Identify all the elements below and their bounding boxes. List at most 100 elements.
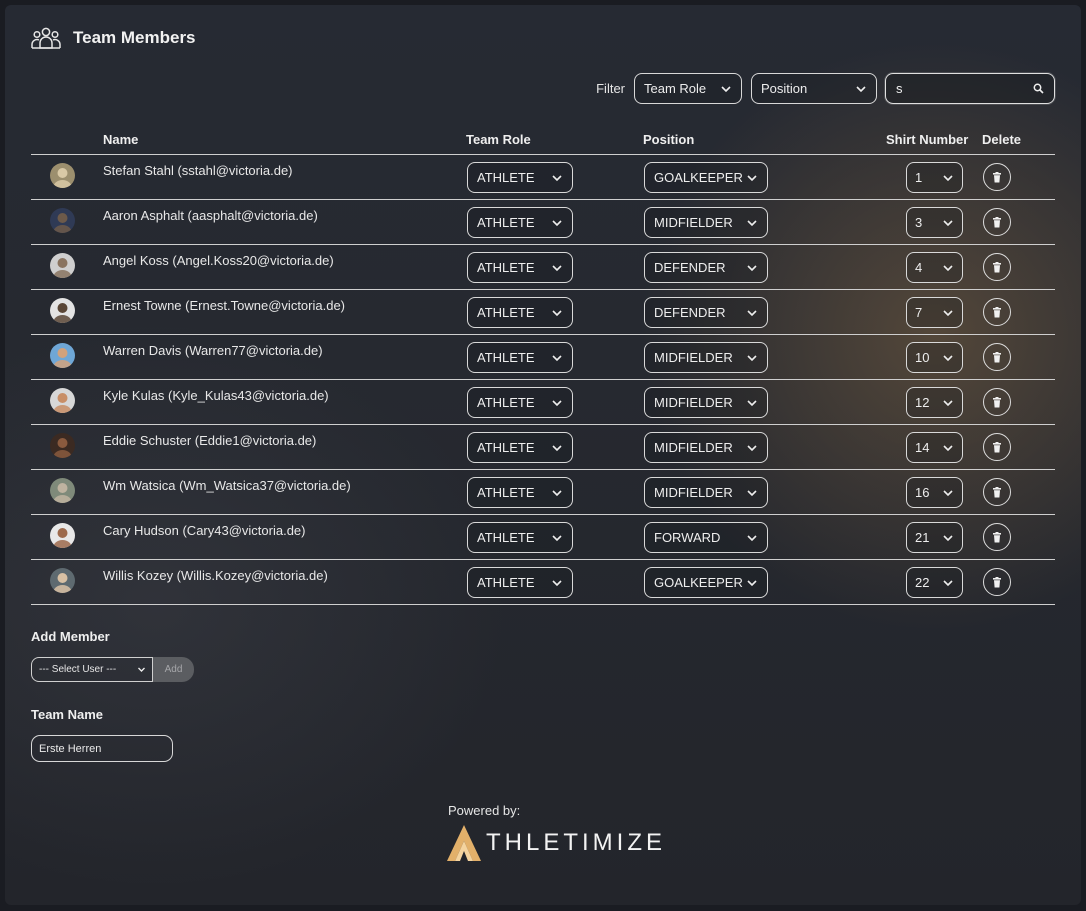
add-button[interactable]: Add [153, 657, 194, 682]
table-row: Eddie Schuster (Eddie1@victoria.de) ATHLE… [31, 425, 1055, 470]
delete-button[interactable] [983, 388, 1011, 416]
shirt-number-select[interactable]: 14 [906, 432, 963, 463]
shirt-number-select[interactable]: 16 [906, 477, 963, 508]
team-role-select[interactable]: ATHLETE [467, 252, 573, 283]
position-filter-value: Position [761, 81, 808, 96]
team-role-value: ATHLETE [477, 575, 535, 590]
avatar [50, 298, 75, 323]
chevron-down-icon [943, 174, 953, 181]
trash-icon [993, 171, 1001, 182]
team-role-select[interactable]: ATHLETE [467, 297, 573, 328]
trash-icon [993, 486, 1001, 497]
chevron-down-icon [552, 174, 562, 181]
shirt-number-value: 16 [915, 485, 930, 500]
shirt-number-select[interactable]: 12 [906, 387, 963, 418]
trash-icon [993, 531, 1001, 542]
member-name: Warren Davis (Warren77@victoria.de) [103, 343, 323, 358]
chevron-down-icon [552, 444, 562, 451]
delete-button[interactable] [983, 343, 1011, 371]
athletimize-logo-mark [447, 825, 481, 861]
chevron-down-icon [552, 489, 562, 496]
chevron-down-icon [747, 399, 757, 406]
team-role-select[interactable]: ATHLETE [467, 162, 573, 193]
avatar [50, 523, 75, 548]
team-icon [31, 27, 61, 49]
team-role-select[interactable]: ATHLETE [467, 207, 573, 238]
team-role-select[interactable]: ATHLETE [467, 522, 573, 553]
chevron-down-icon [552, 534, 562, 541]
filter-bar: Filter Team Role Position s [596, 73, 1055, 104]
search-input[interactable]: s [885, 73, 1055, 104]
team-role-filter-value: Team Role [644, 81, 707, 96]
shirt-number-select[interactable]: 10 [906, 342, 963, 373]
chevron-down-icon [552, 219, 562, 226]
shirt-number-select[interactable]: 1 [906, 162, 963, 193]
team-role-value: ATHLETE [477, 170, 535, 185]
position-select[interactable]: MIDFIELDER [644, 387, 768, 418]
team-role-select[interactable]: ATHLETE [467, 342, 573, 373]
avatar [50, 433, 75, 458]
position-value: MIDFIELDER [654, 215, 733, 230]
team-role-filter[interactable]: Team Role [634, 73, 742, 104]
member-name: Ernest Towne (Ernest.Towne@victoria.de) [103, 298, 346, 313]
delete-button[interactable] [983, 523, 1011, 551]
position-value: MIDFIELDER [654, 440, 733, 455]
shirt-number-select[interactable]: 7 [906, 297, 963, 328]
team-role-select[interactable]: ATHLETE [467, 432, 573, 463]
position-select[interactable]: MIDFIELDER [644, 342, 768, 373]
position-select[interactable]: FORWARD [644, 522, 768, 553]
chevron-down-icon [552, 354, 562, 361]
chevron-down-icon [747, 354, 757, 361]
chevron-down-icon [552, 309, 562, 316]
team-role-value: ATHLETE [477, 305, 535, 320]
chevron-down-icon [721, 85, 731, 92]
trash-icon [993, 441, 1001, 452]
team-name-label: Team Name [31, 707, 104, 722]
position-select[interactable]: DEFENDER [644, 252, 768, 283]
shirt-number-select[interactable]: 21 [906, 522, 963, 553]
delete-button[interactable] [983, 298, 1011, 326]
team-role-value: ATHLETE [477, 485, 535, 500]
select-user-placeholder: --- Select User --- [39, 664, 117, 675]
page-title: Team Members [73, 28, 196, 47]
search-input-value: s [896, 81, 903, 96]
select-user-dropdown[interactable]: --- Select User --- [31, 657, 153, 682]
delete-button[interactable] [983, 478, 1011, 506]
team-role-select[interactable]: ATHLETE [467, 567, 573, 598]
shirt-number-select[interactable]: 4 [906, 252, 963, 283]
position-value: DEFENDER [654, 305, 726, 320]
position-select[interactable]: MIDFIELDER [644, 432, 768, 463]
position-select[interactable]: MIDFIELDER [644, 207, 768, 238]
member-name: Aaron Asphalt (aasphalt@victoria.de) [103, 208, 318, 223]
shirt-number-value: 21 [915, 530, 930, 545]
team-members-panel: Team Members Filter Team Role Position s… [5, 5, 1081, 905]
delete-button[interactable] [983, 253, 1011, 281]
position-select[interactable]: GOALKEEPER [644, 162, 768, 193]
position-filter[interactable]: Position [751, 73, 877, 104]
chevron-down-icon [747, 309, 757, 316]
avatar [50, 388, 75, 413]
chevron-down-icon [747, 264, 757, 271]
delete-button[interactable] [983, 433, 1011, 461]
add-member-form: --- Select User --- Add [31, 657, 194, 682]
chevron-down-icon [747, 174, 757, 181]
position-select[interactable]: DEFENDER [644, 297, 768, 328]
table-row: Ernest Towne (Ernest.Towne@victoria.de) A… [31, 290, 1055, 335]
shirt-number-select[interactable]: 22 [906, 567, 963, 598]
chevron-down-icon [552, 579, 562, 586]
delete-button[interactable] [983, 208, 1011, 236]
delete-button[interactable] [983, 568, 1011, 596]
shirt-number-select[interactable]: 3 [906, 207, 963, 238]
position-value: MIDFIELDER [654, 350, 733, 365]
position-select[interactable]: GOALKEEPER [644, 567, 768, 598]
delete-button[interactable] [983, 163, 1011, 191]
chevron-down-icon [747, 489, 757, 496]
shirt-number-value: 7 [915, 305, 923, 320]
shirt-number-value: 4 [915, 260, 923, 275]
team-role-select[interactable]: ATHLETE [467, 477, 573, 508]
team-name-input[interactable]: Erste Herren [31, 735, 173, 762]
team-role-select[interactable]: ATHLETE [467, 387, 573, 418]
position-select[interactable]: MIDFIELDER [644, 477, 768, 508]
member-name: Stefan Stahl (sstahl@victoria.de) [103, 163, 293, 178]
chevron-down-icon [856, 85, 866, 92]
